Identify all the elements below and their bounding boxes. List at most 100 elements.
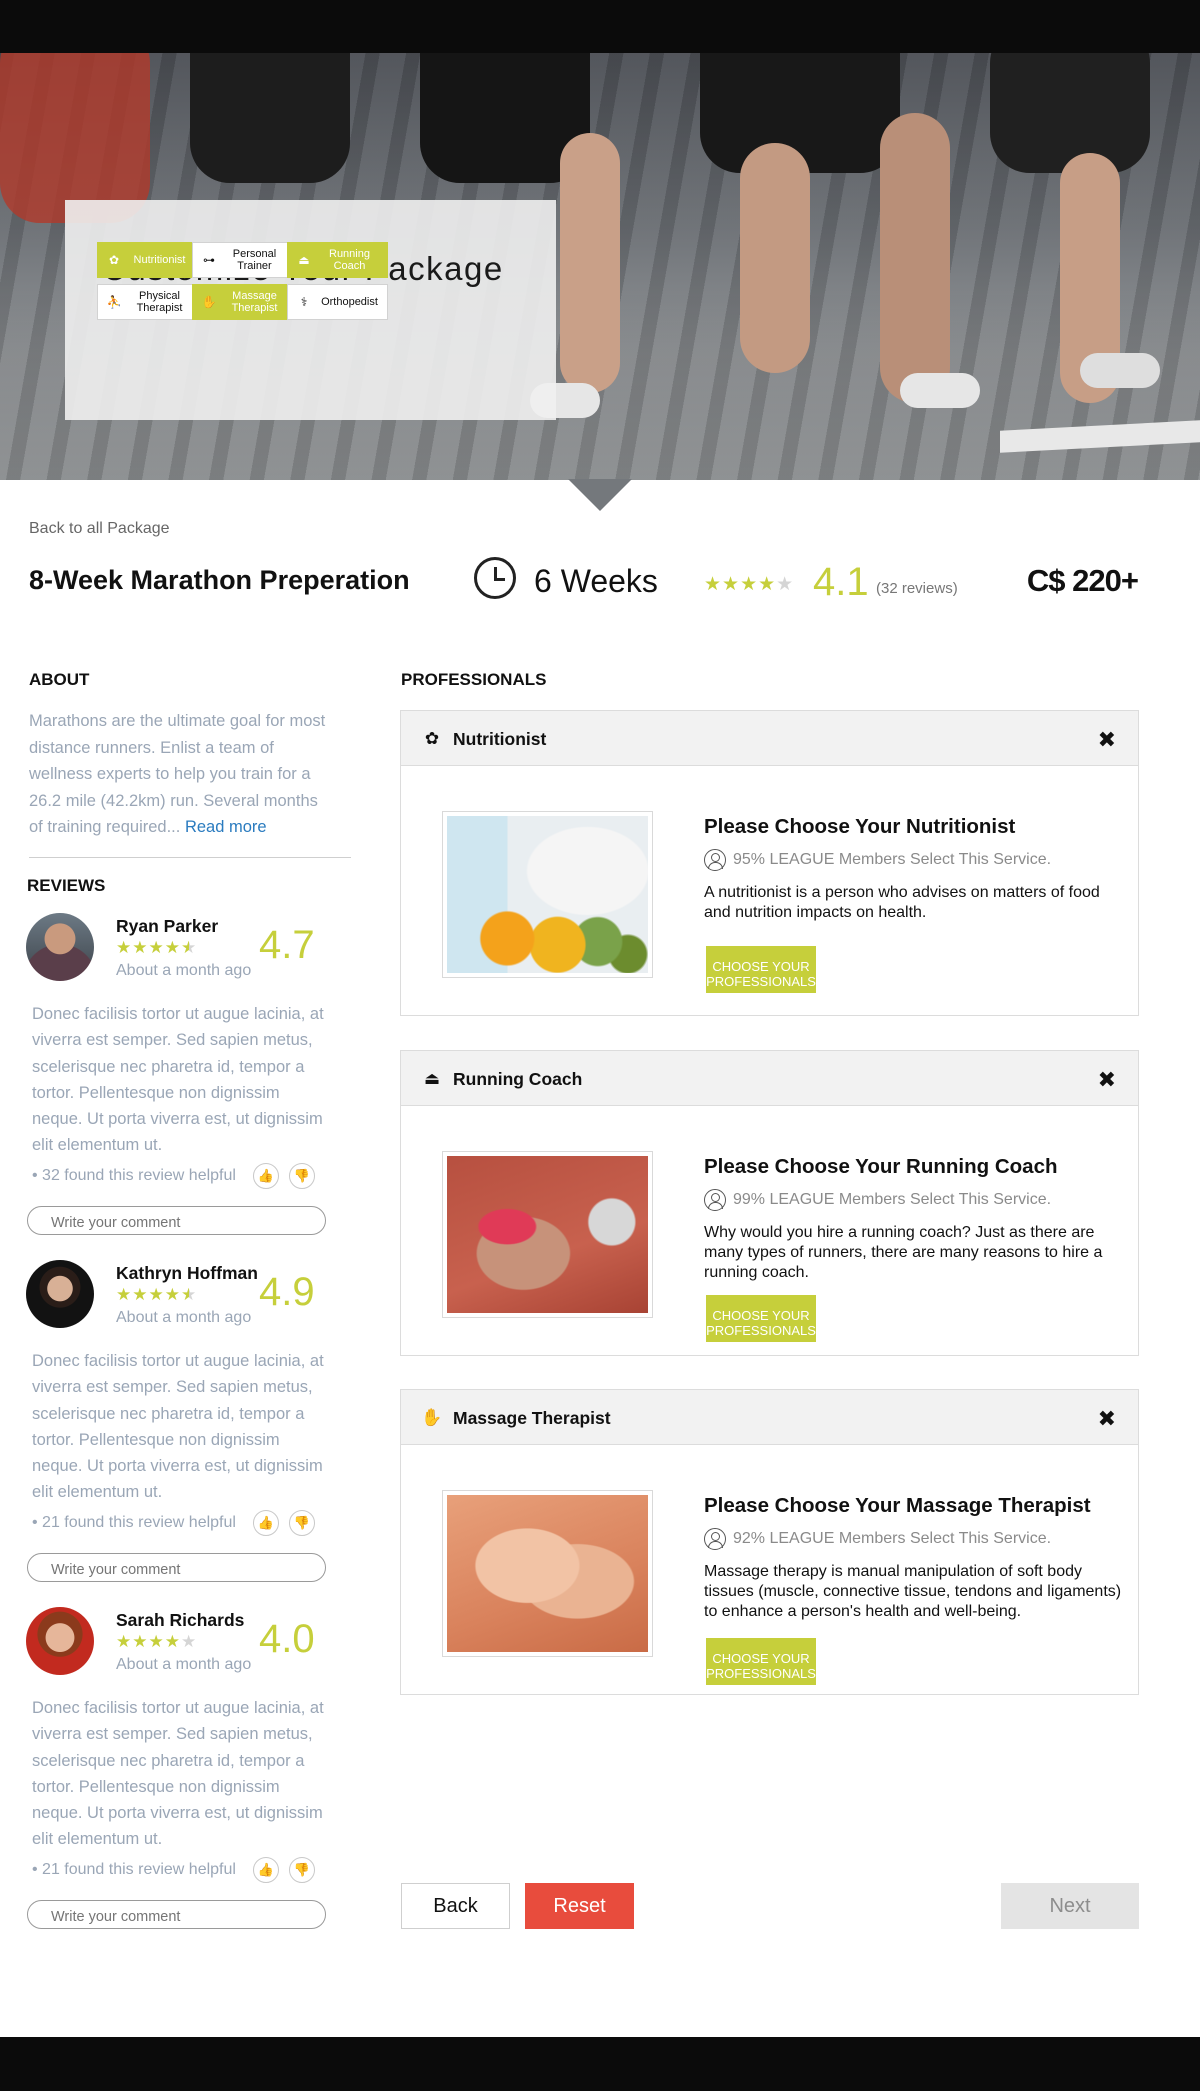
dumbbell-icon: ⊶: [203, 253, 215, 267]
review-score: 4.9: [259, 1270, 315, 1314]
chip-label: Nutritionist: [133, 254, 186, 266]
avatar: [26, 913, 94, 981]
clock-icon: [474, 557, 516, 599]
review-helpful-count: • 21 found this review helpful: [32, 1861, 236, 1878]
package-chip-orthopedist[interactable]: ⚕ Orthopedist: [287, 284, 388, 320]
professional-card-nutritionist: ✿ Nutritionist ✖ Please Choose Your Nutriti…: [400, 710, 1139, 1016]
review-helpful-count: • 21 found this review helpful: [32, 1514, 236, 1531]
thumbs-down-icon[interactable]: 👎: [289, 1857, 315, 1883]
card-member-stat: 92% LEAGUE Members Select This Service.: [704, 1528, 1051, 1550]
package-chip-nutritionist[interactable]: ✿ Nutritionist: [97, 242, 198, 278]
professional-image: [442, 811, 653, 978]
review-text: Donec facilisis tortor ut augue lacinia,…: [32, 1005, 324, 1155]
comment-input[interactable]: [27, 1553, 326, 1582]
hand-icon: ✋: [201, 295, 217, 309]
review-score: 4.0: [259, 1617, 315, 1661]
nutritionist-icon: ✿: [108, 253, 120, 267]
close-icon[interactable]: ✖: [1098, 1406, 1116, 1432]
physical-therapy-icon: ⛹: [106, 295, 122, 309]
card-header-title: Nutritionist: [453, 729, 547, 749]
review-item: Ryan Parker ★★★★★ About a month ago 4.7 Done…: [26, 913, 336, 1243]
review-text: Donec facilisis tortor ut augue lacinia,…: [32, 1699, 324, 1849]
divider: [29, 857, 351, 858]
review-text: Donec facilisis tortor ut augue lacinia,…: [32, 1352, 324, 1502]
review-item: Kathryn Hoffman ★★★★★ About a month ago 4.9…: [26, 1260, 336, 1590]
bottom-bar: [0, 2037, 1200, 2091]
review-stars: ★★★★★: [116, 938, 198, 957]
card-member-stat: 99% LEAGUE Members Select This Service.: [704, 1189, 1051, 1211]
thumbs-down-icon[interactable]: 👎: [289, 1510, 315, 1536]
choose-professionals-button[interactable]: CHOOSE YOUR PROFESSIONALS: [706, 1638, 816, 1685]
next-button[interactable]: Next: [1001, 1883, 1139, 1929]
package-duration: 6 Weeks: [534, 563, 658, 599]
back-to-packages-link[interactable]: Back to all Package: [29, 520, 170, 538]
chip-label: Massage Therapist: [231, 290, 278, 314]
chip-label: Running Coach: [329, 248, 370, 272]
running-shoe-icon: ⏏: [298, 253, 310, 267]
choose-professionals-button[interactable]: CHOOSE YOUR PROFESSIONALS: [706, 946, 816, 993]
user-icon: [704, 849, 726, 871]
package-chip-physical-therapist[interactable]: ⛹ Physical Therapist: [97, 284, 198, 320]
nutritionist-icon: ✿: [424, 729, 440, 748]
review-helpful-count: • 32 found this review helpful: [32, 1167, 236, 1184]
professional-image: [442, 1151, 653, 1318]
package-chip-massage-therapist[interactable]: ✋ Massage Therapist: [192, 284, 293, 320]
card-header: ✿ Nutritionist ✖: [401, 711, 1138, 766]
top-bar: [0, 0, 1200, 53]
close-icon[interactable]: ✖: [1098, 727, 1116, 753]
hero-banner: Customize Your Package ✿Nutritionist⊶Per…: [0, 53, 1200, 480]
avatar: [26, 1607, 94, 1675]
comment-input[interactable]: [27, 1206, 326, 1235]
reset-button[interactable]: Reset: [525, 1883, 634, 1929]
card-header: ✋ Massage Therapist ✖: [401, 1390, 1138, 1445]
user-icon: [704, 1528, 726, 1550]
professional-card-massage-therapist: ✋ Massage Therapist ✖ Please Choose Your Ma…: [400, 1389, 1139, 1695]
card-title: Please Choose Your Nutritionist: [704, 815, 1016, 838]
card-description: A nutritionist is a person who advises o…: [704, 884, 1100, 921]
review-score: 4.7: [259, 923, 315, 967]
thumbs-up-icon[interactable]: 👍: [253, 1163, 279, 1189]
back-button[interactable]: Back: [401, 1883, 510, 1929]
card-header-title: Massage Therapist: [453, 1408, 611, 1428]
reviews-heading: REVIEWS: [27, 876, 106, 895]
review-stars: ★★★★★: [116, 1632, 198, 1651]
card-description: Why would you hire a running coach? Just…: [704, 1224, 1103, 1281]
professional-image: [442, 1490, 653, 1657]
comment-input[interactable]: [27, 1900, 326, 1929]
card-header-title: Running Coach: [453, 1069, 583, 1089]
hero-pointer: [568, 479, 632, 511]
hero-photo-runner: [190, 53, 350, 183]
about-body: Marathons are the ultimate goal for most…: [29, 712, 326, 836]
hero-photo-runner: [0, 53, 150, 223]
package-rating-stars: ★★★★★: [704, 574, 795, 595]
reviewer-name: Kathryn Hoffman: [116, 1263, 258, 1283]
card-title: Please Choose Your Massage Therapist: [704, 1494, 1091, 1517]
thumbs-down-icon[interactable]: 👎: [289, 1163, 315, 1189]
hand-icon: ✋: [421, 1408, 443, 1427]
close-icon[interactable]: ✖: [1098, 1067, 1116, 1093]
reviewer-name: Ryan Parker: [116, 916, 219, 936]
review-item: Sarah Richards ★★★★★ About a month ago 4.0 D…: [26, 1607, 336, 1937]
chip-label: Personal Trainer: [232, 248, 277, 272]
reviewer-name: Sarah Richards: [116, 1610, 245, 1630]
member-stat-text: 92% LEAGUE Members Select This Service.: [733, 1530, 1052, 1547]
chip-label: Physical Therapist: [136, 290, 183, 314]
hero-photo-shoe: [900, 373, 980, 408]
hero-photo-shoe: [1080, 353, 1160, 388]
thumbs-up-icon[interactable]: 👍: [253, 1857, 279, 1883]
read-more-link[interactable]: Read more: [185, 818, 267, 836]
hero-photo-leg: [880, 113, 950, 403]
choose-professionals-button[interactable]: CHOOSE YOUR PROFESSIONALS: [706, 1295, 816, 1342]
thumbs-up-icon[interactable]: 👍: [253, 1510, 279, 1536]
running-shoe-icon: ⏏: [423, 1069, 441, 1088]
package-review-count[interactable]: (32 reviews): [876, 580, 958, 597]
card-member-stat: 95% LEAGUE Members Select This Service.: [704, 849, 1051, 871]
road-marking: [1000, 419, 1200, 453]
card-description: Massage therapy is manual manipulation o…: [704, 1563, 1122, 1620]
review-date: About a month ago: [116, 1656, 252, 1673]
about-text: Marathons are the ultimate goal for most…: [29, 708, 329, 841]
package-chip-running-coach[interactable]: ⏏ Running Coach: [287, 242, 388, 278]
avatar: [26, 1260, 94, 1328]
package-chip-personal-trainer[interactable]: ⊶ Personal Trainer: [192, 242, 293, 278]
about-heading: ABOUT: [29, 670, 90, 689]
